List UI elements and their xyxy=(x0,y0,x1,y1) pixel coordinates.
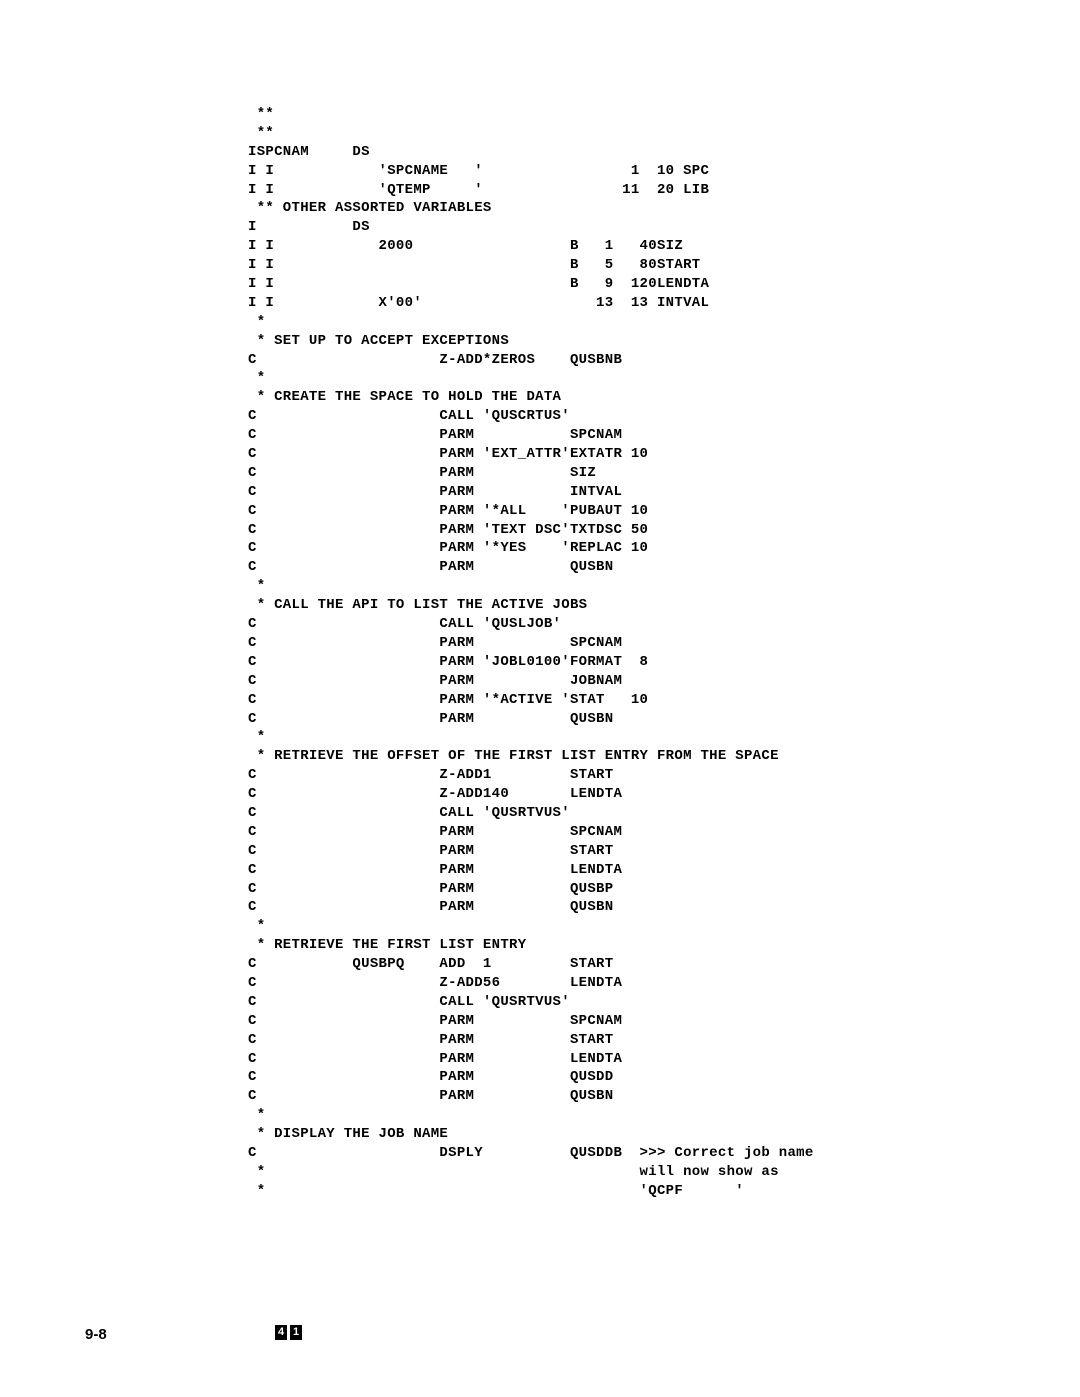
page-number: 9-8 xyxy=(85,1325,107,1345)
footer-icons: 4 1 xyxy=(275,1325,302,1340)
footer-digit-1: 4 xyxy=(275,1325,287,1340)
code-listing: ** ** ISPCNAM DS I I 'SPCNAME ' 1 10 SPC… xyxy=(248,105,814,1201)
footer-digit-2: 1 xyxy=(290,1325,302,1340)
